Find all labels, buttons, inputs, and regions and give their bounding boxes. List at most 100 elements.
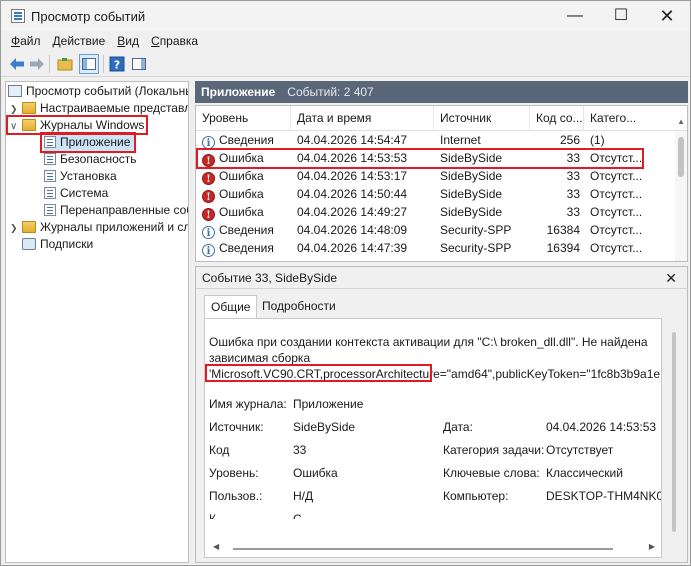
- menu-bar: Файл Действие Вид Справка: [1, 31, 690, 51]
- console-tree: Просмотр событий (Локальный) ❯ Настраивае…: [5, 81, 189, 563]
- computer-value: DESKTOP-THM4NK0: [546, 489, 662, 503]
- log-name-label: Имя журнала:: [209, 397, 287, 411]
- column-source[interactable]: Источник: [434, 106, 530, 131]
- event-count: Событий: 2 407: [287, 85, 374, 99]
- tree-log-forwarded[interactable]: Перенаправленные события: [44, 202, 188, 219]
- date-value: 04.04.2026 14:53:53: [546, 420, 657, 434]
- code-label: Код: [209, 443, 230, 457]
- tab-details[interactable]: Подробности: [256, 295, 342, 318]
- error-icon: !: [202, 190, 215, 203]
- event-message[interactable]: Ошибка при создании контекста активации …: [209, 334, 661, 382]
- log-icon: [44, 187, 56, 199]
- window-title: Просмотр событий: [31, 9, 146, 24]
- events-scrollbar[interactable]: [675, 131, 687, 261]
- tab-general[interactable]: Общие: [204, 295, 258, 318]
- column-category[interactable]: Катего...: [584, 106, 642, 131]
- tree-subscriptions[interactable]: Подписки: [22, 236, 93, 253]
- panel-header: Приложение Событий: 2 407: [195, 81, 688, 103]
- scroll-thumb[interactable]: [672, 332, 676, 532]
- event-viewer-icon: [8, 85, 22, 97]
- user-value: Н/Д: [293, 489, 314, 503]
- column-level[interactable]: Уровень: [196, 106, 291, 131]
- error-icon: !: [202, 154, 215, 167]
- detail-header: Событие 33, SideBySide ✕: [196, 267, 687, 289]
- expand-chevron-icon[interactable]: ❯: [10, 220, 22, 237]
- table-row[interactable]: ! Ошибка 04.04.2026 14:50:44 SideBySide 3…: [196, 185, 687, 203]
- detail-vscrollbar[interactable]: [669, 318, 681, 558]
- event-viewer-window: Просмотр событий — ☐ ✕ Файл Действие Вид…: [0, 0, 691, 566]
- tree-custom-views[interactable]: ❯Настраиваемые представления: [10, 100, 188, 118]
- info-icon: i: [202, 226, 215, 239]
- detail-hscrollbar[interactable]: ◀ ▶: [209, 542, 657, 553]
- table-row[interactable]: ! Ошибка 04.04.2026 14:49:27 SideBySide 3…: [196, 203, 687, 221]
- event-viewer-icon: [11, 9, 25, 23]
- help-icon[interactable]: ?: [107, 54, 127, 74]
- close-button[interactable]: ✕: [644, 1, 690, 31]
- back-arrow-icon[interactable]: [7, 54, 27, 74]
- tree-log-security[interactable]: Безопасность: [44, 151, 137, 168]
- tree-root[interactable]: Просмотр событий (Локальный): [8, 83, 188, 100]
- tree-log-system[interactable]: Система: [44, 185, 108, 202]
- table-row[interactable]: i Сведения 04.04.2026 14:47:39 Security-S…: [196, 239, 687, 257]
- expand-chevron-icon[interactable]: ❯: [10, 101, 22, 118]
- table-row[interactable]: ! Ошибка 04.04.2026 14:53:53 SideBySide 3…: [196, 149, 687, 167]
- column-code[interactable]: Код со...: [530, 106, 584, 131]
- console-tree-icon[interactable]: [79, 54, 99, 74]
- info-icon: i: [202, 244, 215, 257]
- open-folder-icon[interactable]: [55, 54, 75, 74]
- log-icon: [44, 136, 56, 148]
- table-row[interactable]: i Сведения 04.04.2026 14:48:09 Security-S…: [196, 221, 687, 239]
- log-name-value: Приложение: [293, 397, 364, 411]
- keywords-value: Классический: [546, 466, 623, 480]
- scroll-thumb[interactable]: [678, 137, 684, 177]
- code-value: 33: [293, 443, 307, 457]
- error-icon: !: [202, 172, 215, 185]
- level-value: Ошибка: [293, 466, 338, 480]
- detail-title: Событие 33, SideBySide: [202, 271, 338, 285]
- panel-title: Приложение: [201, 85, 276, 99]
- scroll-thumb[interactable]: [233, 548, 613, 550]
- source-label: Источник:: [209, 420, 264, 434]
- error-icon: !: [202, 208, 215, 221]
- computer-label: Компьютер:: [443, 489, 509, 503]
- info-icon: i: [202, 136, 215, 149]
- tree-log-setup[interactable]: Установка: [44, 168, 117, 185]
- task-value: Отсутствует: [546, 443, 614, 457]
- user-label: Пользов.:: [209, 489, 263, 503]
- title-bar: Просмотр событий — ☐ ✕: [1, 1, 690, 31]
- menu-help[interactable]: Справка: [145, 31, 204, 51]
- event-detail-pane: Событие 33, SideBySide ✕ Общие Подробнос…: [195, 266, 688, 563]
- tree-app-service-logs[interactable]: ❯Журналы приложений и служб: [10, 219, 188, 237]
- close-icon[interactable]: ✕: [665, 267, 677, 289]
- task-label: Категория задачи:: [443, 443, 545, 457]
- menu-file[interactable]: Файл: [5, 31, 47, 51]
- column-datetime[interactable]: Дата и время: [291, 106, 434, 131]
- table-row[interactable]: ! Ошибка 04.04.2026 14:53:17 SideBySide 3…: [196, 167, 687, 185]
- scroll-right-icon[interactable]: ▶: [649, 542, 655, 551]
- collapse-chevron-icon[interactable]: ∨: [10, 118, 22, 135]
- table-row[interactable]: i Сведения 04.04.2026 14:54:47 Internet 2…: [196, 131, 687, 149]
- minimize-button[interactable]: —: [552, 1, 598, 31]
- events-table: Уровень Дата и время Источник Код со... …: [195, 105, 688, 262]
- folder-icon: [22, 119, 36, 131]
- truncated-value: С: [293, 512, 302, 519]
- forward-arrow-icon[interactable]: [27, 54, 47, 74]
- keywords-label: Ключевые слова:: [443, 466, 540, 480]
- log-icon: [44, 153, 56, 165]
- log-icon: [44, 170, 56, 182]
- tree-windows-logs[interactable]: ∨ Журналы Windows: [10, 117, 144, 134]
- menu-view[interactable]: Вид: [111, 31, 145, 51]
- log-icon: [44, 204, 56, 216]
- folder-icon: [22, 221, 36, 233]
- svg-text:?: ?: [114, 59, 120, 72]
- menu-action[interactable]: Действие: [47, 31, 112, 51]
- toolbar-separator-2: [103, 55, 104, 73]
- tree-log-application[interactable]: Приложение: [44, 134, 135, 151]
- detail-body: Ошибка при создании контекста активации …: [204, 318, 662, 558]
- scroll-up-icon[interactable]: ▲: [677, 117, 685, 126]
- scroll-left-icon[interactable]: ◀: [213, 542, 219, 551]
- maximize-button[interactable]: ☐: [598, 1, 644, 31]
- action-pane-icon[interactable]: [129, 54, 149, 74]
- table-header: Уровень Дата и время Источник Код со... …: [196, 106, 687, 131]
- date-label: Дата:: [443, 420, 473, 434]
